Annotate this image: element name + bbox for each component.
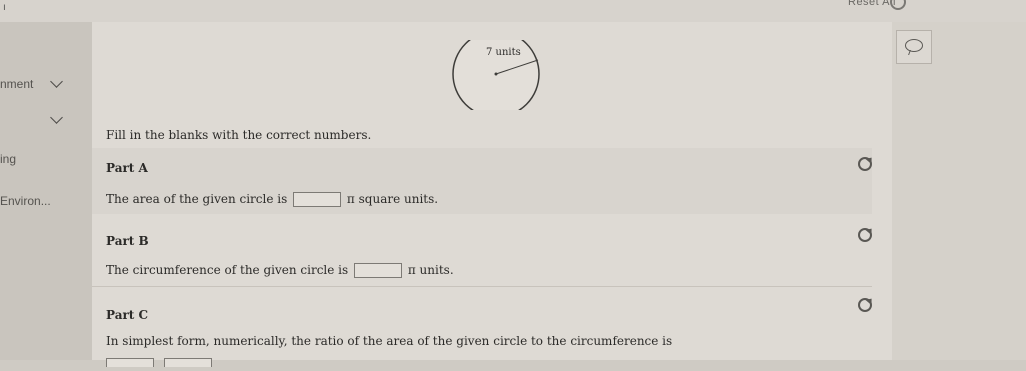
chevron-down-icon[interactable]	[50, 75, 63, 88]
part-a-unit: π square units.	[346, 192, 439, 206]
radius-label: 7 units	[486, 47, 521, 58]
part-a-question: The area of the given circle is π square…	[106, 192, 438, 207]
instructions-text: Fill in the blanks with the correct numb…	[106, 128, 372, 142]
refresh-icon[interactable]	[858, 157, 872, 171]
reset-all-button[interactable]: Reset All	[848, 0, 896, 8]
top-bar: ı Reset All	[0, 0, 1026, 23]
sidebar-item-environment[interactable]: Environ...	[0, 194, 51, 208]
chat-bubble-icon	[905, 39, 923, 52]
circumference-answer-input[interactable]	[354, 263, 403, 278]
ratio-numerator-input[interactable]	[106, 358, 154, 367]
part-a: Part A The area of the given circle is π…	[92, 148, 872, 214]
circle-diagram: 7 units	[452, 40, 540, 110]
sidebar-item-ing[interactable]: ing	[0, 152, 16, 166]
part-b-title: Part B	[106, 234, 149, 248]
refresh-icon[interactable]	[858, 298, 872, 312]
refresh-icon[interactable]	[858, 228, 872, 242]
ratio-answer-inputs	[106, 352, 222, 371]
part-a-text: The area of the given circle is	[106, 192, 288, 206]
reset-icon[interactable]	[890, 0, 906, 10]
part-b-question: The circumference of the given circle is…	[106, 263, 454, 278]
center-point	[494, 72, 498, 76]
chat-button[interactable]	[896, 30, 932, 64]
part-b: Part B The circumference of the given ci…	[92, 214, 872, 287]
part-c-question: In simplest form, numerically, the ratio…	[106, 334, 673, 348]
right-panel	[892, 22, 1026, 360]
corner-mark: ı	[3, 2, 6, 13]
part-c-title: Part C	[106, 308, 149, 322]
ratio-denominator-input[interactable]	[164, 358, 212, 367]
part-c: Part C In simplest form, numerically, th…	[92, 290, 872, 367]
chevron-down-icon[interactable]	[50, 111, 63, 124]
part-b-unit: π units.	[407, 263, 454, 277]
part-a-title: Part A	[106, 161, 148, 175]
sidebar: nment ing Environ...	[0, 22, 92, 360]
area-answer-input[interactable]	[293, 192, 342, 207]
sidebar-item-assignment[interactable]: nment	[0, 77, 33, 91]
part-b-text: The circumference of the given circle is	[106, 263, 349, 277]
